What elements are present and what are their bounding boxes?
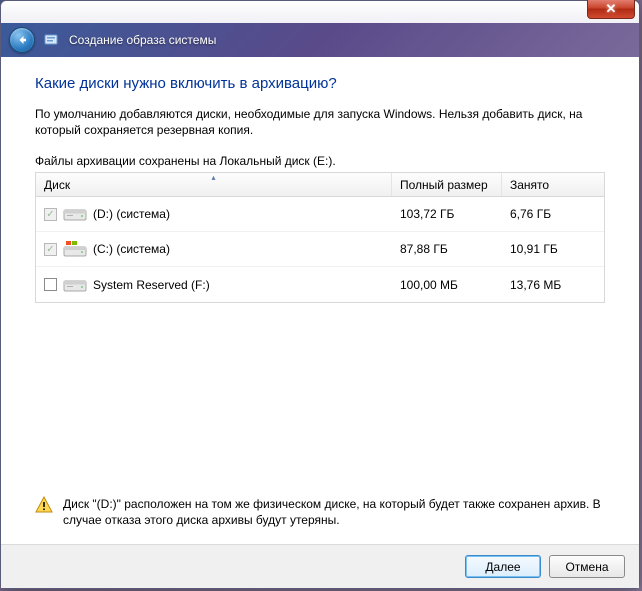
disk-checkbox: ✓ bbox=[44, 243, 57, 256]
back-button[interactable] bbox=[9, 27, 35, 53]
disk-checkbox: ✓ bbox=[44, 208, 57, 221]
windows-drive-icon bbox=[63, 239, 87, 259]
cell-used: 6,76 ГБ bbox=[502, 207, 604, 221]
cancel-button[interactable]: Отмена bbox=[549, 555, 625, 578]
cell-disk: ✓ (C:) (система) bbox=[36, 239, 392, 259]
header-used[interactable]: Занято bbox=[502, 173, 604, 196]
system-image-icon bbox=[43, 31, 61, 49]
next-button[interactable]: Далее bbox=[465, 555, 541, 578]
disk-checkbox[interactable] bbox=[44, 278, 57, 291]
drive-icon bbox=[63, 204, 87, 224]
nav-bar: Создание образа системы bbox=[1, 23, 639, 57]
warning-icon bbox=[35, 496, 53, 514]
warning-text: Диск "(D:)" расположен на том же физичес… bbox=[63, 496, 605, 528]
page-description: По умолчанию добавляются диски, необходи… bbox=[35, 106, 605, 138]
cell-size: 100,00 МБ bbox=[392, 278, 502, 292]
save-location-text: Файлы архивации сохранены на Локальный д… bbox=[35, 154, 605, 168]
page-heading: Какие диски нужно включить в архивацию? bbox=[35, 75, 605, 92]
warning-area: Диск "(D:)" расположен на том же физичес… bbox=[35, 488, 605, 534]
cell-size: 103,72 ГБ bbox=[392, 207, 502, 221]
drive-icon bbox=[63, 275, 87, 295]
header-disk[interactable]: Диск ▴ bbox=[36, 173, 392, 196]
cell-used: 13,76 МБ bbox=[502, 278, 604, 292]
cell-used: 10,91 ГБ bbox=[502, 242, 604, 256]
back-arrow-icon bbox=[15, 33, 29, 47]
disk-label: (C:) (система) bbox=[93, 242, 170, 256]
table-row[interactable]: ✓ (C:) (система) 87,88 ГБ10,91 ГБ bbox=[36, 232, 604, 267]
window-title: Создание образа системы bbox=[69, 33, 216, 47]
table-body: ✓ (D:) (система) 103,72 ГБ6,76 ГБ ✓ (C:) (си… bbox=[36, 197, 604, 302]
header-disk-label: Диск bbox=[44, 178, 70, 192]
cell-disk: ✓ (D:) (система) bbox=[36, 204, 392, 224]
table-row[interactable]: ✓ (D:) (система) 103,72 ГБ6,76 ГБ bbox=[36, 197, 604, 232]
disk-label: (D:) (система) bbox=[93, 207, 170, 221]
disk-label: System Reserved (F:) bbox=[93, 278, 210, 292]
cell-disk: System Reserved (F:) bbox=[36, 275, 392, 295]
header-used-label: Занято bbox=[510, 178, 549, 192]
titlebar: ✕ bbox=[1, 1, 639, 23]
table-row[interactable]: System Reserved (F:) 100,00 МБ13,76 МБ bbox=[36, 267, 604, 302]
header-size-label: Полный размер bbox=[400, 178, 488, 192]
disk-table: Диск ▴ Полный размер Занято ✓ (D:) (систе… bbox=[35, 172, 605, 303]
header-full-size[interactable]: Полный размер bbox=[392, 173, 502, 196]
footer-bar: Далее Отмена bbox=[1, 544, 639, 588]
wizard-window: ✕ Создание образа системы Какие диски ну… bbox=[0, 0, 640, 589]
close-icon: ✕ bbox=[606, 1, 617, 17]
table-header: Диск ▴ Полный размер Занято bbox=[36, 173, 604, 197]
content-area: Какие диски нужно включить в архивацию? … bbox=[1, 57, 639, 544]
cell-size: 87,88 ГБ bbox=[392, 242, 502, 256]
sort-asc-icon: ▴ bbox=[211, 173, 215, 182]
close-button[interactable]: ✕ bbox=[587, 0, 635, 19]
